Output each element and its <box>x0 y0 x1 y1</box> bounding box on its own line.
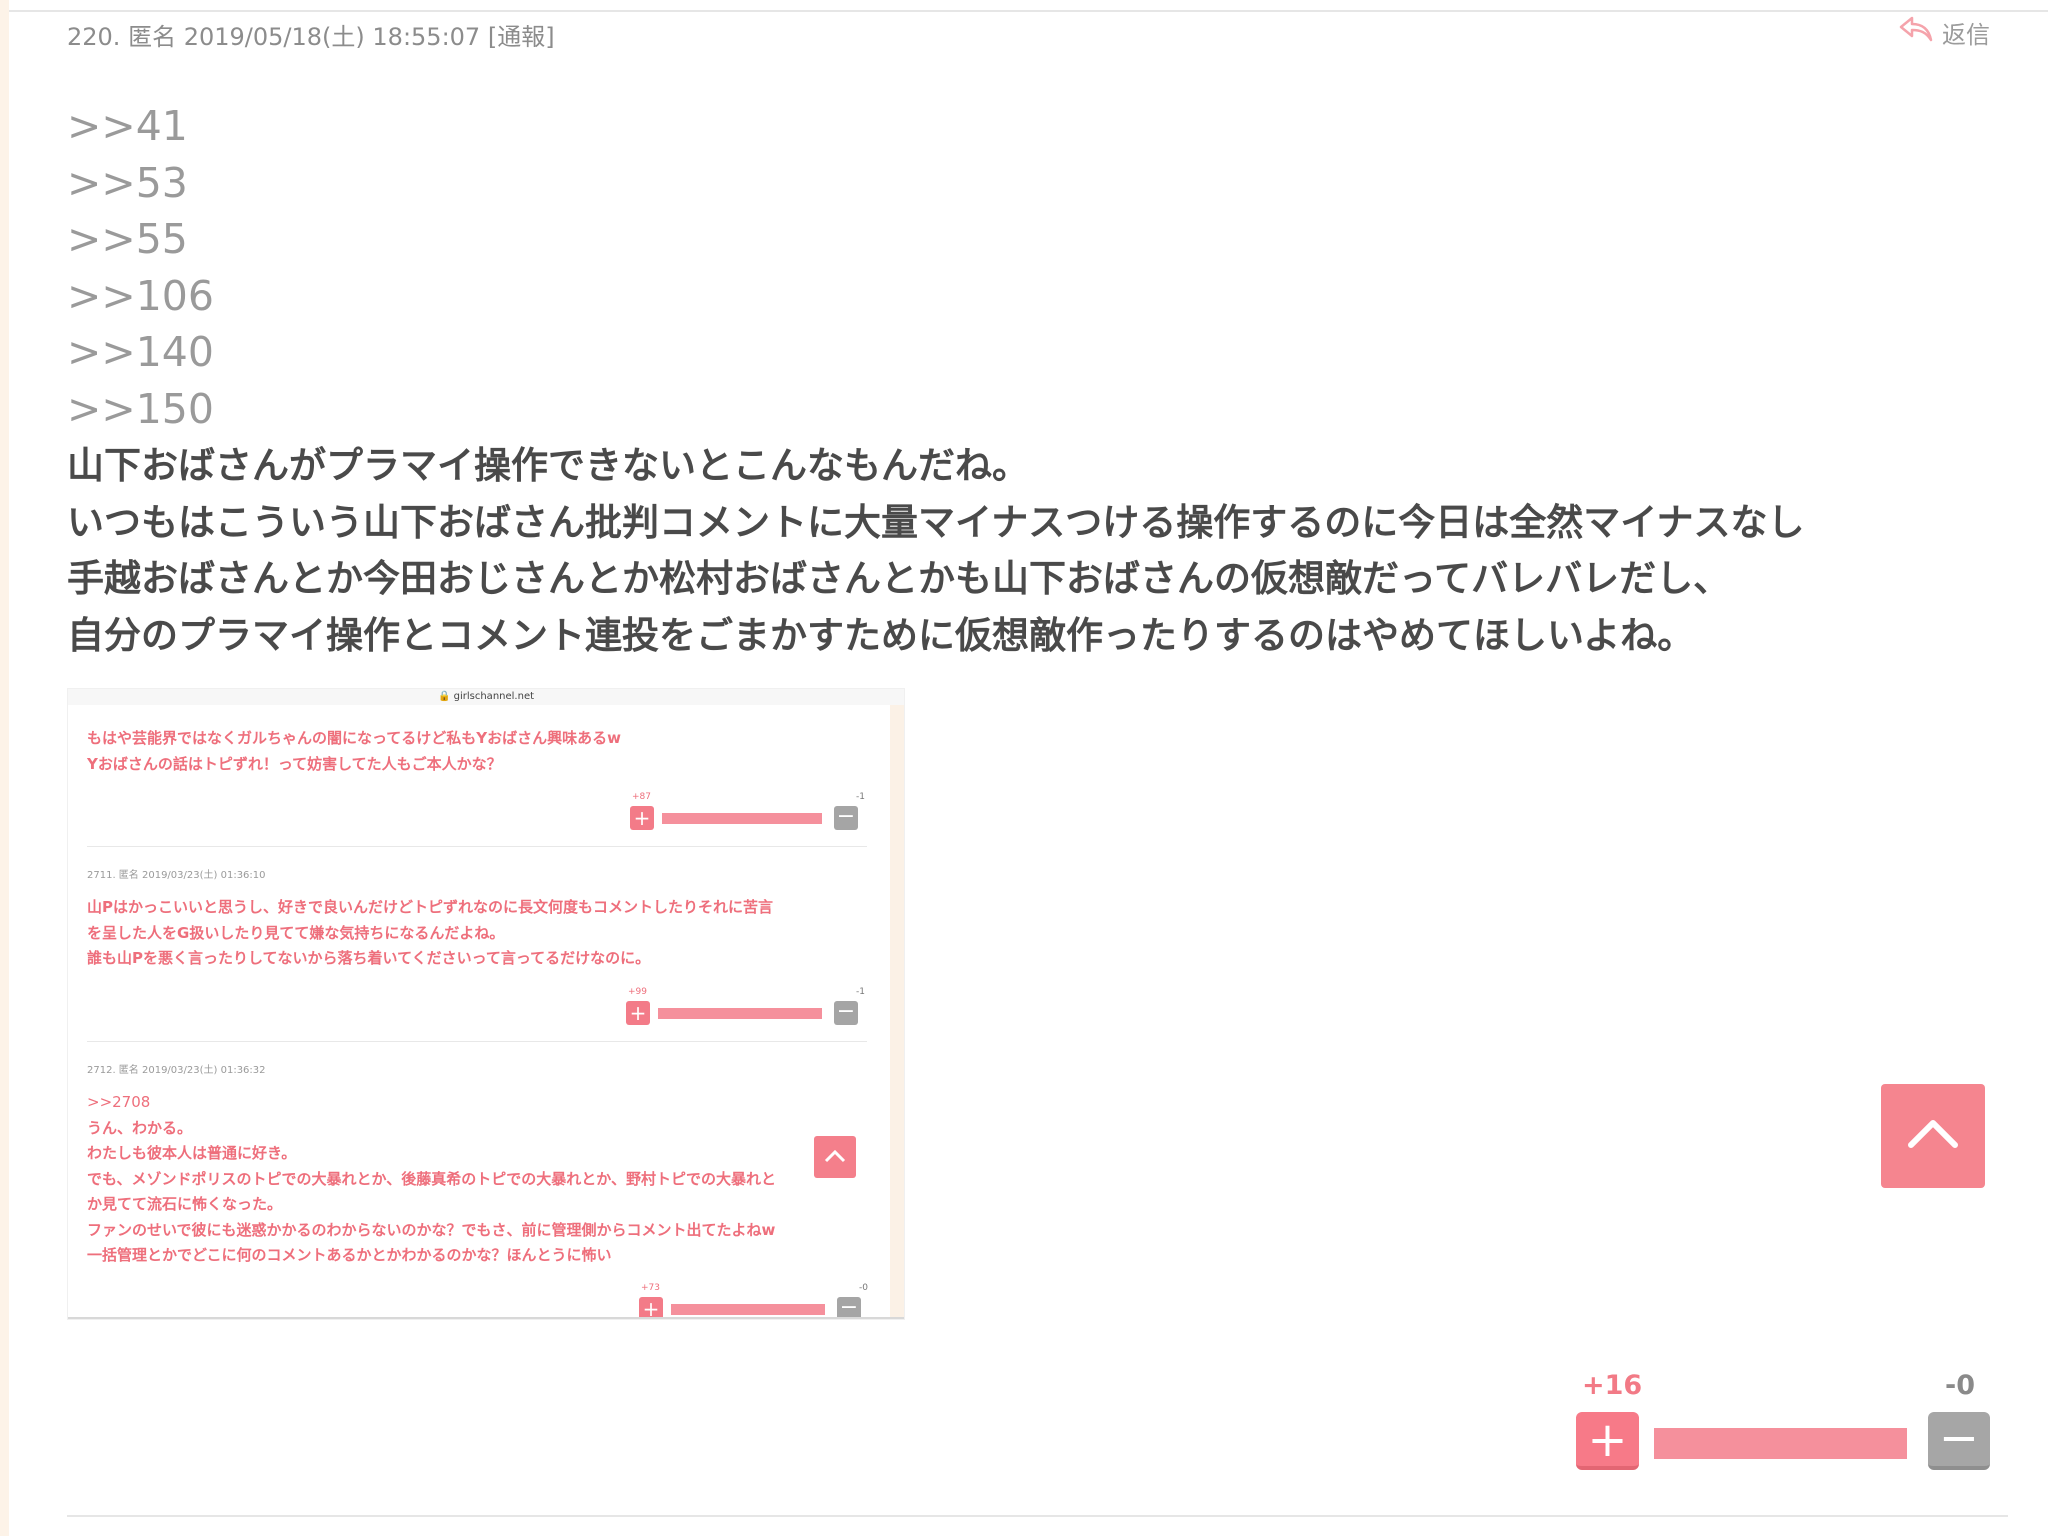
anchor-link[interactable]: >>150 <box>67 381 214 438</box>
screenshot-url: girlschannel.net <box>453 691 535 702</box>
screenshot-minus-count: -1 <box>856 987 865 997</box>
anchor-link[interactable]: >>140 <box>67 324 214 381</box>
scroll-top-button[interactable] <box>1881 1084 1985 1188</box>
screenshot-minus-button: − <box>834 806 858 830</box>
screenshot-line: 山Pはかっこいいと思うし、好きで良いんだけどトピずれなのに長文何度もコメントした… <box>87 898 773 916</box>
screenshot-minus-button: − <box>834 1001 858 1025</box>
screenshot-vote: +73 -0 + − <box>639 1283 874 1317</box>
screenshot-divider <box>87 846 867 847</box>
screenshot-post-text: 山Pはかっこいいと思うし、好きで良いんだけどトピずれなのに長文何度もコメントした… <box>87 895 773 972</box>
screenshot-side-strip <box>890 705 904 1317</box>
minus-count: -0 <box>1945 1370 1975 1401</box>
anchor-link[interactable]: >>55 <box>67 211 214 268</box>
anchor-link[interactable]: >>106 <box>67 268 214 325</box>
anchor-link[interactable]: >>41 <box>67 98 214 155</box>
screenshot-minus-count: -0 <box>859 1283 868 1293</box>
comment-number: 220. <box>67 23 121 51</box>
screenshot-line: うん、わかる。 <box>87 1118 193 1137</box>
comment-line: いつもはこういう山下おばさん批判コメントに大量マイナスつける操作するのに今日は全… <box>67 500 1805 544</box>
comment-line: 手越おばさんとか今田おじさんとか松村おばさんとかも山下おばさんの仮想敵だってバレ… <box>67 557 1731 600</box>
vote-ratio-bar <box>1654 1428 1907 1459</box>
comment-line: 自分のプラマイ操作とコメント連投をごまかすために仮想敵作ったりするのはやめてほし… <box>67 613 1695 657</box>
screenshot-post-text: もはや芸能界ではなくガルちゃんの闇になってるけど私もYおばさん興味あるw Yおば… <box>87 726 621 777</box>
plus-count: +16 <box>1582 1370 1643 1401</box>
screenshot-line: 誰も山Pを悪く言ったりしてないから落ち着いてくださいって言ってるだけなのに。 <box>87 949 651 967</box>
screenshot-minus-button: − <box>837 1297 861 1317</box>
screenshot-vote: +99 -1 + − <box>626 987 870 1031</box>
reply-button[interactable]: 返信 <box>1898 14 1990 50</box>
screenshot-plus-button: + <box>626 1001 650 1025</box>
screenshot-plus-count: +99 <box>628 987 647 997</box>
comment-body: 山下おばさんがプラマイ操作できないとこんなもんだね。 いつもはこういう山下おばさ… <box>67 438 1805 664</box>
screenshot-post-meta: 2711. 匿名 2019/03/23(土) 01:36:10 <box>87 870 266 881</box>
screenshot-vote-bar <box>658 1008 822 1019</box>
screenshot-anchor: >>2708 <box>87 1093 151 1111</box>
chevron-up-icon <box>824 1149 846 1163</box>
screenshot-plus-button: + <box>630 806 654 830</box>
anchor-link[interactable]: >>53 <box>67 155 214 212</box>
comment-author: 匿名 <box>128 23 177 51</box>
screenshot-minus-count: -1 <box>856 792 865 802</box>
top-divider <box>9 10 2048 12</box>
plus-vote-button[interactable]: + <box>1576 1412 1639 1470</box>
screenshot-line: でも、メゾンドポリスのトピでの大暴れとか、後藤真希のトピでの大暴れとか、野村トピ… <box>87 1169 776 1188</box>
screenshot-scroll-top-button <box>814 1136 856 1178</box>
screenshot-vote-bar <box>671 1304 825 1315</box>
screenshot-plus-count: +87 <box>632 792 651 802</box>
screenshot-plus-button: + <box>639 1297 663 1317</box>
left-margin-strip <box>0 0 9 1536</box>
screenshot-line: わたしも彼本人は普通に好き。 <box>87 1144 297 1162</box>
chevron-up-icon <box>1908 1120 1958 1148</box>
embedded-screenshot[interactable]: 🔒 girlschannel.net もはや芸能界ではなくガルちゃんの闇になって… <box>68 689 904 1319</box>
screenshot-post-text: >>2708 うん、わかる。 わたしも彼本人は普通に好き。 でも、メゾンドポリス… <box>87 1090 776 1269</box>
screenshot-line: もはや芸能界ではなくガルちゃんの闇になってるけど私もYおばさん興味あるw <box>87 729 621 747</box>
bottom-divider <box>67 1515 2008 1517</box>
screenshot-post-meta: 2712. 匿名 2019/03/23(土) 01:36:32 <box>87 1065 266 1076</box>
reply-arrow-icon <box>1898 14 1934 50</box>
screenshot-line: Yおばさんの話はトピずれ！って妨害してた人もご本人かな？ <box>87 754 502 773</box>
screenshot-line: を呈した人をG扱いしたり見てて嫌な気持ちになるんだよね。 <box>87 923 505 942</box>
screenshot-line: ファンのせいで彼にも迷惑かかるのわからないのかな？でもさ、前に管理側からコメント… <box>87 1220 776 1239</box>
report-link[interactable]: [通報] <box>488 23 555 51</box>
minus-vote-button[interactable]: − <box>1928 1412 1990 1470</box>
screenshot-vote-bar <box>662 813 822 824</box>
screenshot-url-bar: 🔒 girlschannel.net <box>68 689 904 705</box>
comment-meta: 220. 匿名 2019/05/18(土) 18:55:07 [通報] <box>67 22 555 52</box>
screenshot-line: か見てて流石に怖くなった。 <box>87 1195 283 1213</box>
screenshot-divider <box>87 1041 867 1042</box>
screenshot-vote: +87 -1 + − <box>630 792 870 836</box>
screenshot-line: 一括管理とかでどこに何のコメントあるかとかわかるのかな？ほんとうに怖い <box>87 1246 612 1264</box>
comment-line: 山下おばさんがプラマイ操作できないとこんなもんだね。 <box>67 444 1029 487</box>
reply-label: 返信 <box>1942 20 1990 49</box>
comment-datetime: 2019/05/18(土) 18:55:07 <box>183 23 481 51</box>
anchor-links: >>41 >>53 >>55 >>106 >>140 >>150 <box>67 98 214 437</box>
screenshot-plus-count: +73 <box>641 1283 660 1293</box>
